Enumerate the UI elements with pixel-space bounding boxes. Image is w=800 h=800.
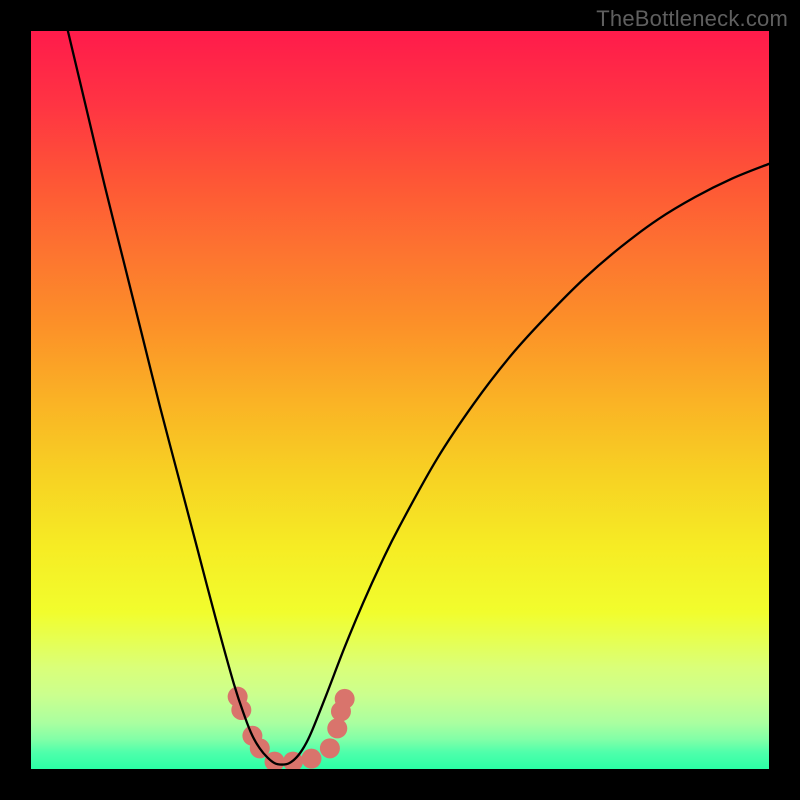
bottleneck-plot bbox=[31, 31, 769, 769]
marker-dot bbox=[327, 718, 347, 738]
watermark-text: TheBottleneck.com bbox=[596, 6, 788, 32]
marker-dot bbox=[320, 738, 340, 758]
marker-dot bbox=[335, 689, 355, 709]
marker-dot bbox=[301, 749, 321, 769]
plot-area bbox=[31, 31, 769, 769]
chart-container: { "watermark": "TheBottleneck.com", "plo… bbox=[0, 0, 800, 800]
gradient-background bbox=[31, 31, 769, 769]
